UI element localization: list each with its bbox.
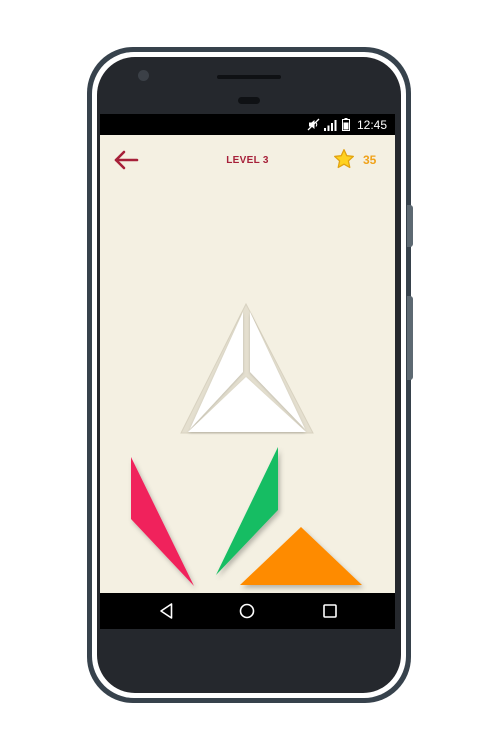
earpiece-speaker	[217, 75, 281, 79]
status-bar: 12:45	[100, 114, 395, 135]
orange-piece[interactable]	[240, 527, 362, 585]
nav-back-button[interactable]	[157, 601, 177, 621]
puzzle-board	[131, 302, 362, 586]
volume-button	[407, 205, 413, 247]
home-circle-icon	[239, 603, 255, 619]
signal-icon	[323, 119, 337, 131]
power-button	[407, 296, 413, 380]
recents-square-icon	[323, 604, 337, 618]
mute-icon	[307, 118, 320, 131]
front-camera	[138, 70, 149, 81]
nav-recents-button[interactable]	[320, 601, 340, 621]
red-piece[interactable]	[131, 457, 194, 586]
sensor-slot	[238, 97, 260, 104]
back-triangle-icon	[160, 603, 173, 619]
game-area: LEVEL 3 35	[100, 135, 395, 593]
navigation-bar	[100, 593, 395, 629]
battery-icon	[341, 118, 350, 131]
clock: 12:45	[356, 117, 387, 132]
star-icon	[334, 149, 354, 169]
green-piece[interactable]	[216, 447, 278, 575]
star-count: 35	[363, 153, 377, 167]
target-triangle-outline	[180, 302, 314, 434]
nav-home-button[interactable]	[237, 601, 257, 621]
phone-screen: 12:45 LEVEL 3 35	[100, 114, 395, 629]
